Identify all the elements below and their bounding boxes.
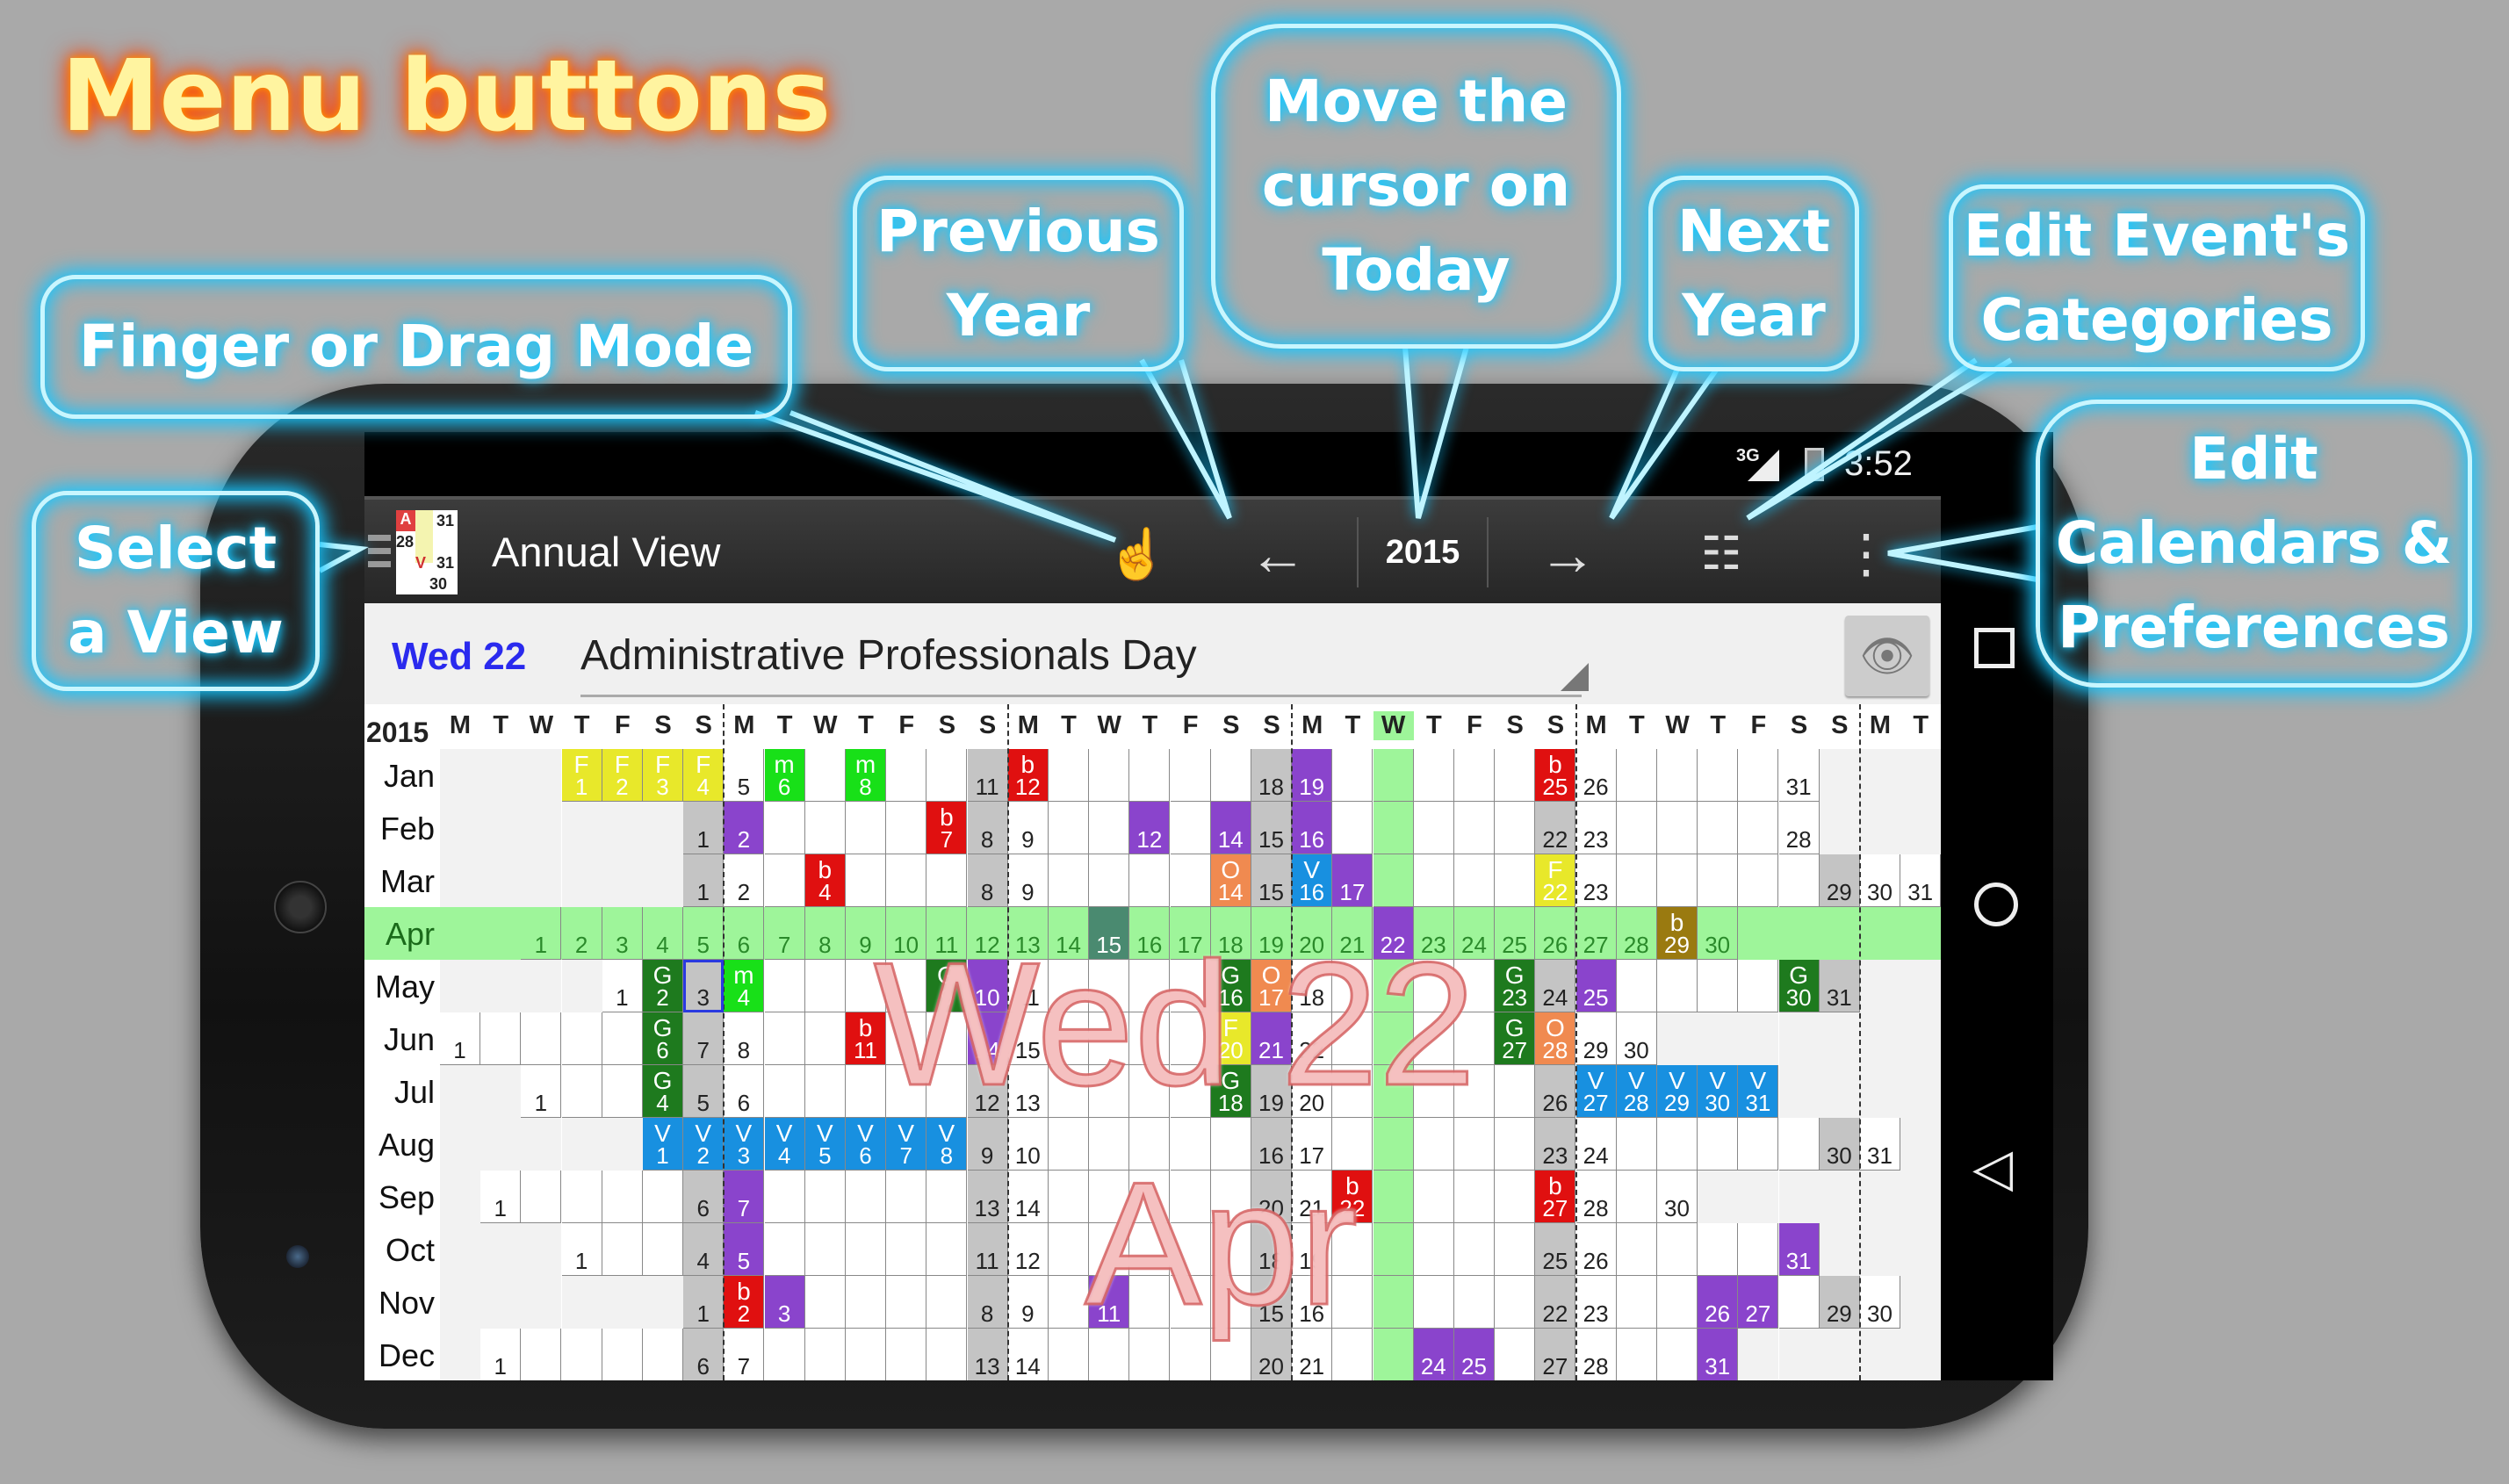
callout-finger-drag: Finger or Drag Mode <box>40 275 792 419</box>
callout-previous-year: Previous Year <box>853 176 1184 371</box>
callout-categories: Edit Event's Categories <box>1949 184 2365 371</box>
callout-text: Calendars & <box>2055 509 2453 578</box>
week-separator <box>723 704 725 1380</box>
callout-text: Categories <box>1980 285 2333 354</box>
week-separator <box>1575 704 1577 1380</box>
cursor-box <box>683 960 725 1012</box>
week-separator <box>1291 704 1294 1380</box>
callout-text: Move the <box>1264 68 1568 136</box>
callout-text: Next <box>1676 197 1831 265</box>
callout-text: Today <box>1322 235 1510 304</box>
callout-text: Preferences <box>2058 593 2450 661</box>
callout-text: Year <box>946 281 1091 349</box>
callout-text: Select <box>74 515 278 583</box>
callout-text: Edit <box>2189 425 2318 493</box>
menu-buttons-heading: Menu buttons <box>61 40 832 154</box>
callout-today: Move the cursor on Today <box>1211 24 1621 349</box>
week-separator <box>1006 704 1009 1380</box>
callout-text: Previous <box>876 197 1160 265</box>
callout-text: Year <box>1682 281 1826 349</box>
callout-select-view: Select a View <box>32 491 320 691</box>
callout-next-year: Next Year <box>1648 176 1859 371</box>
week-separator <box>1859 704 1861 1380</box>
callout-text: Finger or Drag Mode <box>78 313 754 381</box>
callout-text: Edit Event's <box>1963 201 2351 270</box>
callout-text: a View <box>68 599 284 666</box>
callout-text: cursor on <box>1261 152 1571 220</box>
callout-preferences: Edit Calendars & Preferences <box>2036 400 2472 688</box>
